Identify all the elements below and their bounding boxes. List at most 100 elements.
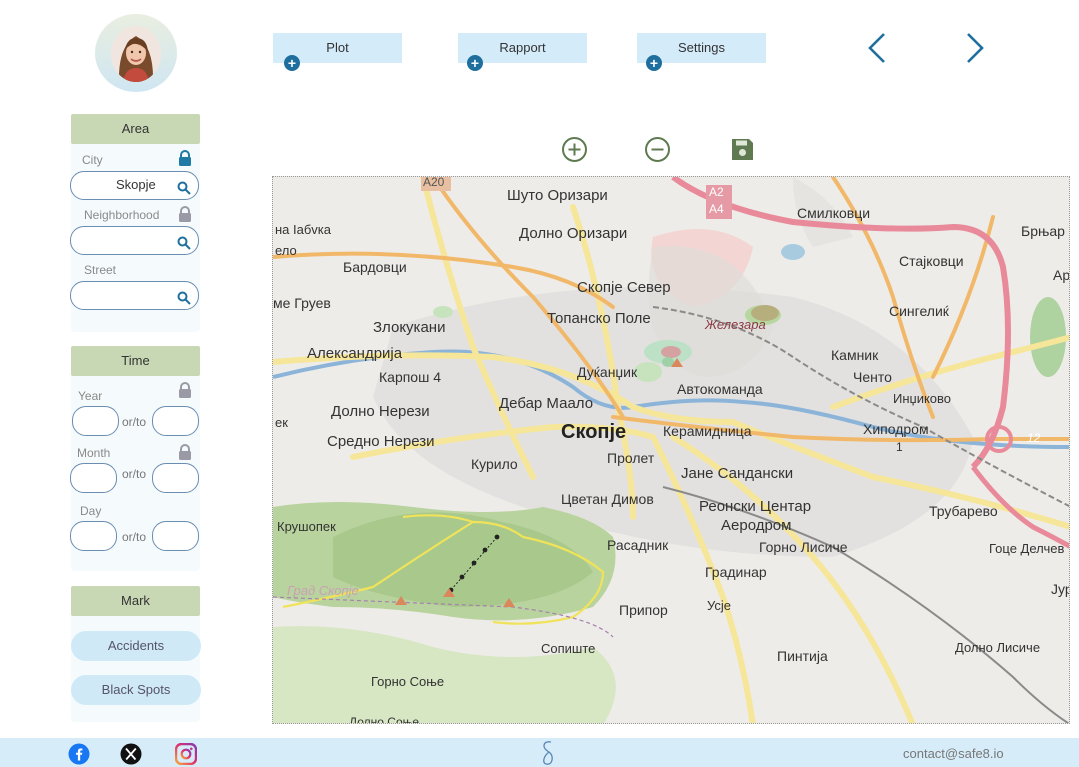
map-label: Цветан Димов <box>561 491 654 507</box>
city-input-value: Skopje <box>116 177 156 192</box>
user-avatar[interactable] <box>95 14 177 92</box>
map-label: Горно Лисиче <box>759 539 848 555</box>
map-label: Долно Лисиче <box>955 640 1041 655</box>
chevron-right-icon[interactable] <box>962 31 988 70</box>
save-icon[interactable] <box>731 138 754 166</box>
map-label: Злокукани <box>373 319 446 336</box>
plus-icon[interactable]: + <box>284 55 300 71</box>
month-label: Month <box>77 446 111 460</box>
map-label: 1 <box>896 440 903 454</box>
plus-icon[interactable]: + <box>467 55 483 71</box>
map-label: Дуќанџик <box>577 364 638 380</box>
year-label: Year <box>78 389 103 403</box>
lock-icon[interactable] <box>178 206 192 222</box>
map-label: ек <box>275 415 288 430</box>
tab-settings-label: Settings <box>678 40 725 55</box>
tab-settings[interactable]: Settings + <box>637 33 766 71</box>
map-label: Сингелиќ <box>889 303 949 319</box>
area-section-title: Area <box>71 114 200 144</box>
tab-rapport-label: Rapport <box>499 40 546 55</box>
zoom-in-icon[interactable] <box>561 136 588 168</box>
map-label: ело <box>275 243 297 258</box>
safe8-logo-icon[interactable] <box>540 740 556 767</box>
map-label: A20 <box>423 176 445 189</box>
map-label: Јане Сандански <box>681 465 794 482</box>
mark-section-title: Mark <box>71 586 200 616</box>
map-label: Гоце Делчев <box>989 541 1065 556</box>
time-section-title: Time <box>71 346 200 376</box>
day-to-input[interactable] <box>152 521 199 551</box>
x-twitter-icon[interactable] <box>120 743 142 767</box>
map-label: Камник <box>831 347 879 363</box>
black-spots-button[interactable]: Black Spots <box>71 675 201 705</box>
zoom-out-icon[interactable] <box>644 136 671 168</box>
month-range-separator: or/to <box>122 467 147 481</box>
month-to-input[interactable] <box>152 463 199 493</box>
map-label: Расадник <box>607 537 669 553</box>
map-label: Инџиково <box>893 391 952 406</box>
city-label: City <box>82 153 103 167</box>
map-label: Припор <box>619 602 668 618</box>
city-input[interactable]: Skopje <box>70 171 199 200</box>
year-from-input[interactable] <box>72 406 119 436</box>
map-label: 12 <box>1027 431 1041 445</box>
day-from-input[interactable] <box>70 521 117 551</box>
map-view[interactable]: A20 Шуто Оризари A2 A4 Смилковци Брњар н… <box>272 176 1070 724</box>
map-label: Јур <box>1051 581 1069 597</box>
map-label: Аеродром <box>721 517 792 534</box>
contact-email-link[interactable]: contact@safe8.io <box>903 746 1004 761</box>
day-label: Day <box>80 504 102 518</box>
map-label: Ap <box>1053 267 1070 283</box>
map-label: Железара <box>705 317 766 332</box>
map-label: Долно Соње <box>349 715 420 724</box>
map-label: Скопје <box>561 421 627 443</box>
month-from-input[interactable] <box>70 463 117 493</box>
tab-plot[interactable]: Plot + <box>273 33 402 71</box>
lock-icon[interactable] <box>178 444 192 460</box>
map-label: Керамидница <box>663 423 752 439</box>
avatar-photo <box>111 26 161 82</box>
plus-icon[interactable]: + <box>646 55 662 71</box>
tab-plot-label: Plot <box>326 40 349 55</box>
map-label: ме Груев <box>273 295 331 311</box>
neighborhood-input[interactable] <box>70 226 199 255</box>
map-label: Пролет <box>607 450 655 466</box>
tab-rapport[interactable]: Rapport + <box>458 33 587 71</box>
facebook-icon[interactable] <box>68 743 90 767</box>
map-label: Реонски Центар <box>699 498 812 515</box>
year-range-separator: or/to <box>122 415 147 429</box>
footer: contact@safe8.io <box>0 738 1079 767</box>
map-label: Александрија <box>307 345 403 362</box>
year-to-input[interactable] <box>152 406 199 436</box>
map-label: Дебар Маало <box>499 395 594 412</box>
map-label: Карпош 4 <box>379 369 442 385</box>
map-label: Градинар <box>705 564 767 580</box>
map-label: Хиподром <box>863 421 929 437</box>
map-label: Брњар <box>1021 223 1065 239</box>
map-label: Бардовци <box>343 259 407 275</box>
map-label: A2 <box>709 185 724 199</box>
map-label: на Іабvка <box>275 222 332 237</box>
map-label: Долно Оризари <box>519 225 628 242</box>
map-label: Смилковци <box>797 205 871 221</box>
map-label: Шуто Оризари <box>507 187 608 204</box>
street-input[interactable] <box>70 281 199 310</box>
map-label: Стајковци <box>899 253 964 269</box>
map-label: Ченто <box>853 369 892 385</box>
search-icon[interactable] <box>177 178 191 204</box>
chevron-left-icon[interactable] <box>864 31 890 70</box>
neighborhood-label: Neighborhood <box>84 208 160 222</box>
map-label: Крушопек <box>277 519 336 534</box>
accidents-button[interactable]: Accidents <box>71 631 201 661</box>
lock-icon[interactable] <box>178 150 192 166</box>
map-label: Усје <box>707 598 732 613</box>
map-label: Пинтија <box>777 648 828 664</box>
search-icon[interactable] <box>177 288 191 314</box>
map-label: Трубарево <box>929 503 998 519</box>
instagram-icon[interactable] <box>174 742 198 767</box>
lock-icon[interactable] <box>178 382 192 398</box>
day-range-separator: or/to <box>122 530 147 544</box>
search-icon[interactable] <box>177 233 191 259</box>
map-label: Сопиште <box>541 641 596 656</box>
map-label: Долно Нерези <box>331 403 430 420</box>
